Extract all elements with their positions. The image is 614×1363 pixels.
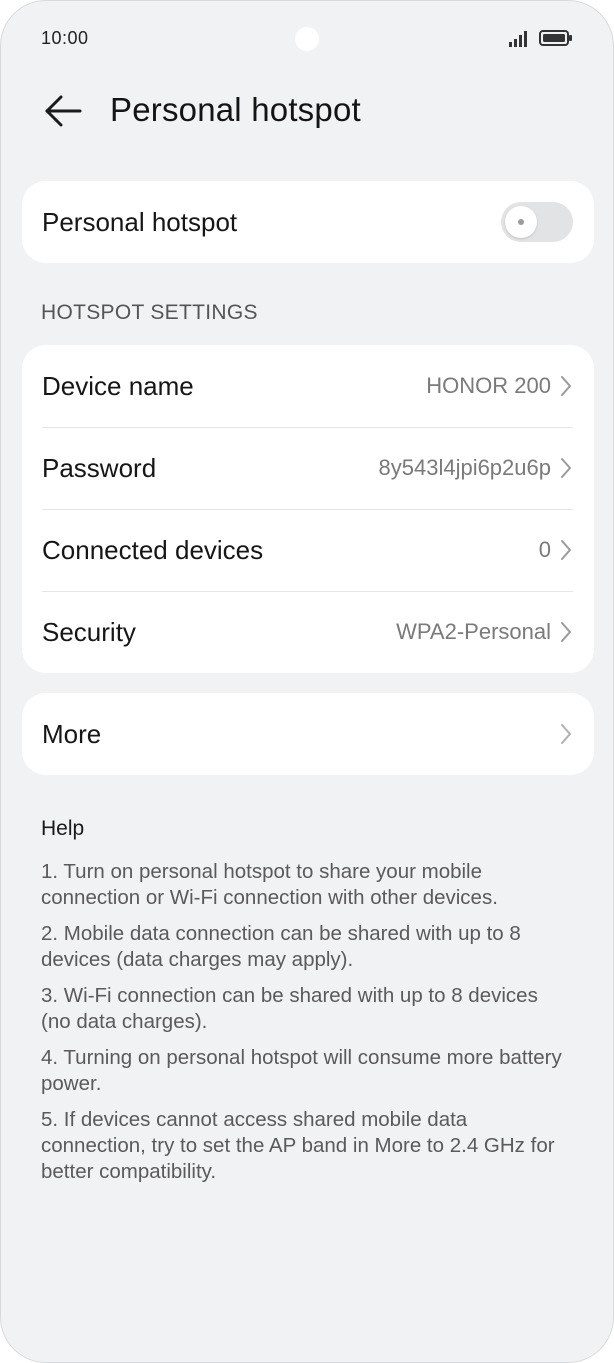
hotspot-toggle-row[interactable]: Personal hotspot	[22, 181, 594, 263]
connected-devices-label: Connected devices	[42, 534, 264, 565]
hotspot-toggle-label: Personal hotspot	[42, 206, 238, 237]
more-card: More	[22, 693, 594, 775]
toggle-knob	[505, 206, 537, 238]
help-item: 3. Wi-Fi connection can be shared with u…	[41, 984, 538, 1033]
chevron-right-icon	[559, 456, 573, 480]
security-value: WPA2-Personal	[396, 619, 551, 644]
chevron-right-icon	[559, 722, 573, 746]
front-camera-cutout	[295, 27, 319, 51]
chevron-right-icon	[559, 374, 573, 398]
hotspot-toggle-switch[interactable]	[501, 202, 573, 242]
security-label: Security	[42, 616, 136, 647]
device-name-label: Device name	[42, 370, 194, 401]
settings-row-security[interactable]: Security WPA2-Personal	[22, 591, 594, 673]
settings-row-device-name[interactable]: Device name HONOR 200	[22, 345, 594, 427]
signal-icon	[509, 29, 531, 52]
status-icons	[509, 29, 573, 52]
hotspot-toggle-card: Personal hotspot	[22, 181, 594, 263]
page-title: Personal hotspot	[110, 91, 361, 128]
status-time: 10:00	[41, 28, 89, 48]
help-title: Help	[41, 817, 85, 840]
help-item: 5. If devices cannot access shared mobil…	[41, 1108, 555, 1183]
status-bar: 10:00	[1, 1, 613, 77]
chevron-right-icon	[559, 538, 573, 562]
arrow-left-icon	[43, 94, 83, 133]
password-label: Password	[42, 452, 157, 483]
app-header: Personal hotspot	[1, 77, 613, 149]
device-name-value: HONOR 200	[426, 373, 551, 398]
help-item: 2. Mobile data connection can be shared …	[41, 922, 521, 971]
help-section: Help 1. Turn on personal hotspot to shar…	[41, 817, 571, 1195]
section-header-hotspot-settings: HOTSPOT SETTINGS	[41, 301, 258, 324]
help-item: 4. Turning on personal hotspot will cons…	[41, 1046, 562, 1095]
hotspot-settings-card: Device name HONOR 200 Password 8y543l4jp…	[22, 345, 594, 673]
chevron-right-icon	[559, 620, 573, 644]
connected-devices-value: 0	[538, 537, 551, 562]
settings-row-password[interactable]: Password 8y543l4jpi6p2u6p	[22, 427, 594, 509]
back-button[interactable]	[39, 89, 87, 137]
help-item: 1. Turn on personal hotspot to share you…	[41, 860, 498, 909]
password-value: 8y543l4jpi6p2u6p	[378, 455, 552, 480]
more-row[interactable]: More	[22, 693, 594, 775]
phone-screen: 10:00 Personal hotspot Personal hotspot …	[0, 0, 614, 1363]
more-label: More	[42, 718, 102, 749]
battery-icon	[539, 29, 573, 52]
settings-row-connected-devices[interactable]: Connected devices 0	[22, 509, 594, 591]
